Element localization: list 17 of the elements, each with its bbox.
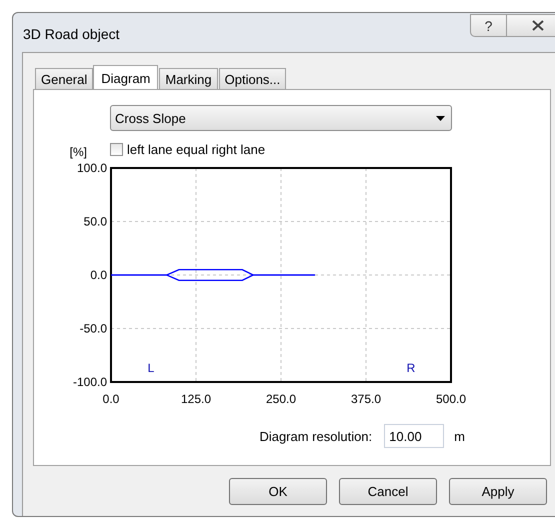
unit-label: m xyxy=(454,428,465,444)
tick-label: 375.0 xyxy=(350,392,382,406)
tick-label: -100.0 xyxy=(72,375,107,389)
tick-label: 250.0 xyxy=(266,392,296,406)
lane-label: R xyxy=(406,361,416,375)
checkbox-label: left lane equal right lane xyxy=(127,142,266,156)
tick-label: 125.0 xyxy=(180,392,212,406)
tick-label: 0.0 xyxy=(102,392,120,406)
resolution-label: Diagram resolution: xyxy=(259,428,372,444)
axis-unit-label: [%] xyxy=(70,145,87,159)
lane-label: L xyxy=(148,361,154,375)
tick-label: -50.0 xyxy=(80,322,107,336)
tick-label: 500.0 xyxy=(436,392,466,406)
tick-label: 50.0 xyxy=(84,214,107,228)
window-title: 3D Road object xyxy=(23,26,120,42)
tick-label: 0.0 xyxy=(90,268,107,282)
tick-label: 100.0 xyxy=(76,161,107,175)
